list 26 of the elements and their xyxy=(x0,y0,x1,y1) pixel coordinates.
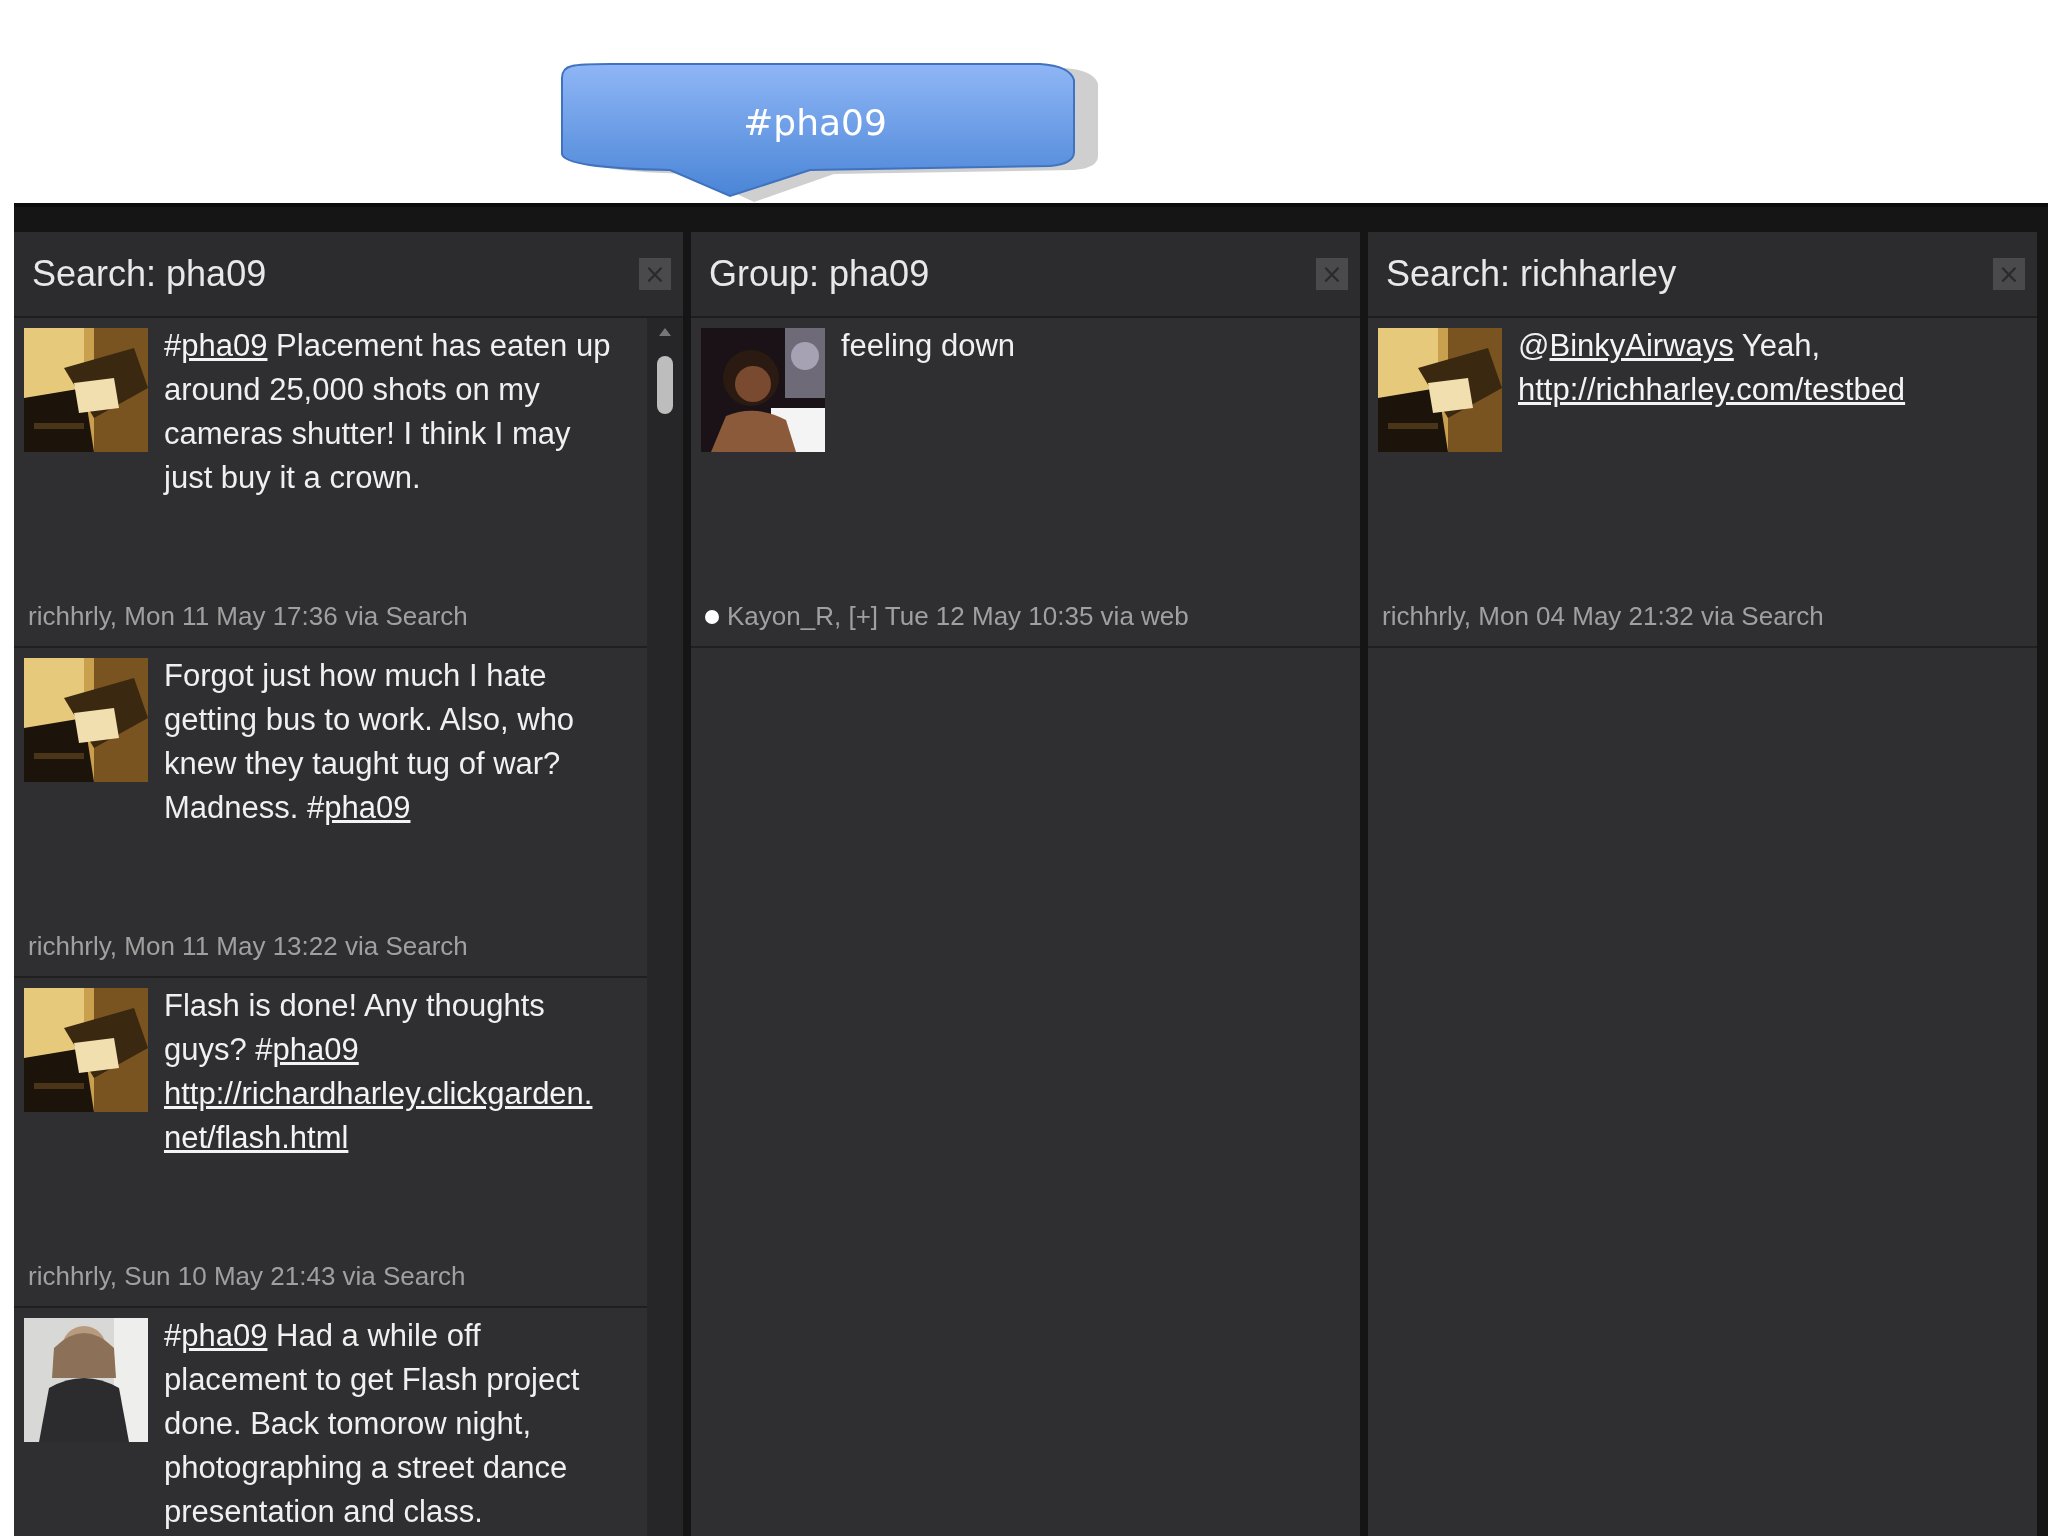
column-title: Search: richharley xyxy=(1386,253,1677,295)
link[interactable]: BinkyAirways xyxy=(1549,328,1734,363)
callout-text: #pha09 xyxy=(743,102,887,145)
tweet-text: #pha09 Had a while off placement to get Flash project done. Back tomorow night, photographing a street dance presentation and class. xyxy=(164,1317,581,1531)
scrollbar[interactable] xyxy=(647,318,683,1536)
link[interactable]: pha09 xyxy=(181,328,268,363)
scrollbar-thumb[interactable] xyxy=(657,356,673,414)
tweet-text: Forgot just how much I hate getting bus to work. Also, who knew they taught tug of war? Madness. #pha09 xyxy=(164,657,576,827)
tweet-meta: Kayon_R, [+] Tue 12 May 10:35 via web xyxy=(727,601,1189,632)
tweet-text: #pha09 Placement has eaten up around 25,000 shots on my cameras shutter! I think I may just buy it a crown. xyxy=(164,327,612,497)
tweet-text: feeling down xyxy=(841,327,1017,365)
tweet-meta: richhrly, Mon 11 May 13:22 via Search xyxy=(28,931,468,962)
tweet-text: @BinkyAirways Yeah, http://richharley.com/testbed xyxy=(1518,327,1907,409)
tweet-meta: richhrly, Mon 11 May 17:36 via Search xyxy=(28,601,468,632)
link[interactable]: http://richardharley.clickgarden. xyxy=(164,1076,593,1111)
scroll-up-icon[interactable] xyxy=(659,328,671,336)
link[interactable]: pha09 xyxy=(272,1032,359,1067)
tweet-text: Flash is done! Any thoughts guys? #pha09 http://richardharley.clickgarden. net/flash.html xyxy=(164,987,594,1157)
column-title: Group: pha09 xyxy=(709,253,930,295)
column-title: Search: pha09 xyxy=(32,253,267,295)
link[interactable]: http://richharley.com/testbed xyxy=(1518,372,1906,407)
link[interactable]: pha09 xyxy=(181,1318,268,1353)
tweet-meta: richhrly, Mon 04 May 21:32 via Search xyxy=(1382,601,1824,632)
link[interactable]: pha09 xyxy=(324,790,411,825)
link[interactable]: net/flash.html xyxy=(164,1120,349,1155)
tweet-meta: richhrly, Sun 10 May 21:43 via Search xyxy=(28,1261,466,1292)
